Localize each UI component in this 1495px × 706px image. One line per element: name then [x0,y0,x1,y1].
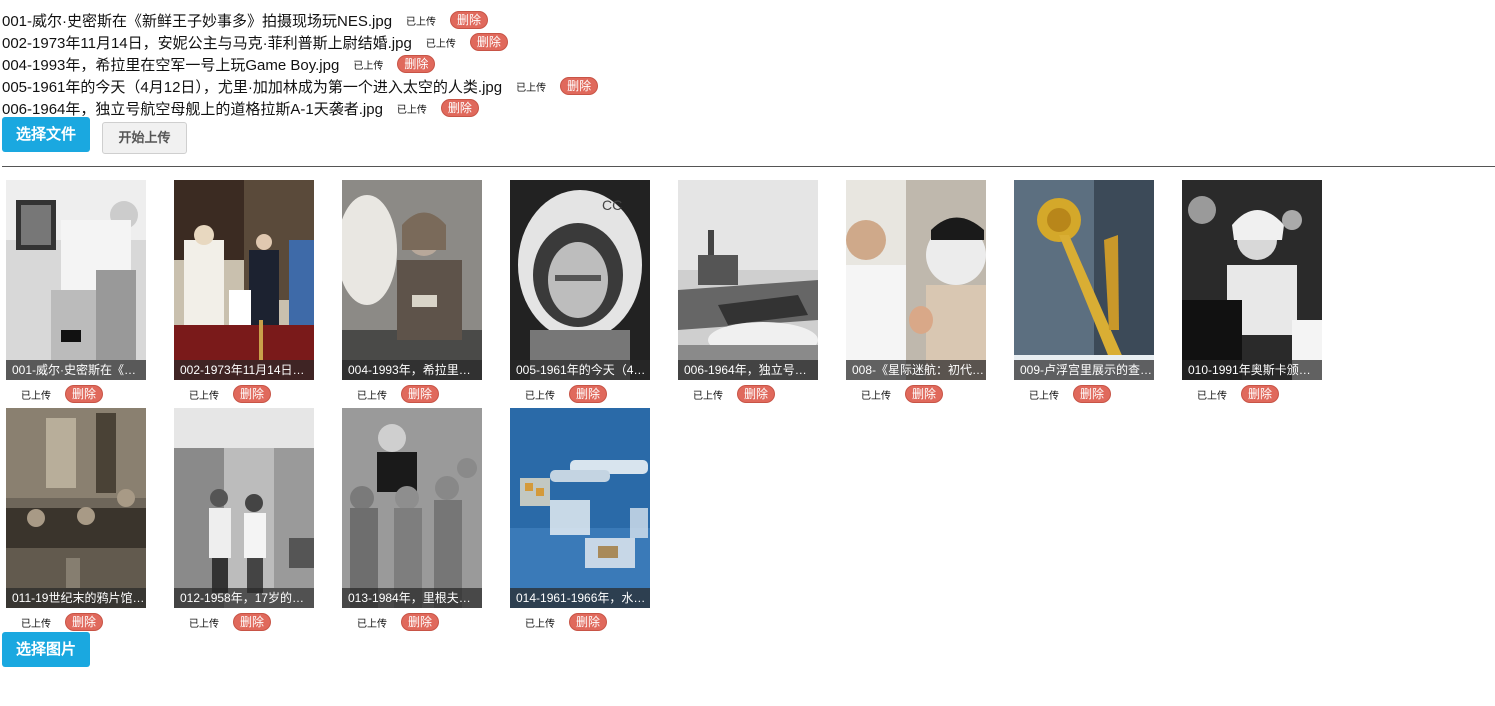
delete-button[interactable]: 删除 [905,385,944,403]
photo-image [678,180,818,380]
upload-status: 已上传 [189,390,219,402]
photo-image [1014,180,1154,380]
image-thumbnail[interactable]: 010-1991年奥斯卡颁… [1182,180,1322,380]
delete-button[interactable]: 删除 [440,99,479,117]
file-row: 006-1964年，独立号航空母舰上的道格拉斯A-1天袭者.jpg 已上传 删除 [2,97,598,119]
photo-image [510,408,650,608]
upload-status: 已上传 [357,618,387,630]
photo-image [6,408,146,608]
delete-button[interactable]: 删除 [569,385,608,403]
photo-image: CC [510,180,650,380]
thumbnail-caption: 009-卢浮宫里展示的查… [1014,360,1154,380]
delete-button[interactable]: 删除 [1241,385,1280,403]
file-row: 004-1993年，希拉里在空军一号上玩Game Boy.jpg 已上传 删除 [2,53,598,75]
photo-image [1182,180,1322,380]
image-thumbnail[interactable]: 012-1958年，17岁的… [174,408,314,608]
delete-button[interactable]: 删除 [401,613,440,631]
file-row: 005-1961年的今天（4月12日），尤里·加加林成为第一个进入太空的人类.j… [2,75,599,97]
photo-image [342,180,482,380]
thumbnail-controls: 已上传 删除 [174,384,314,404]
delete-button[interactable]: 删除 [450,11,489,29]
upload-status: 已上传 [516,82,547,94]
thumbnail-controls: 已上传 删除 [1182,384,1322,404]
file-name: 001-威尔·史密斯在《新鲜王子妙事多》拍摄现场玩NES.jpg [2,12,393,30]
file-name: 005-1961年的今天（4月12日），尤里·加加林成为第一个进入太空的人类.j… [2,78,503,96]
thumbnail-controls: 已上传 删除 [6,384,146,404]
delete-button[interactable]: 删除 [65,613,104,631]
thumbnail-caption: 008-《星际迷航：初代… [846,360,986,380]
upload-status: 已上传 [396,104,427,116]
choose-image-button[interactable]: 选择图片 [2,632,90,667]
file-name: 004-1993年，希拉里在空军一号上玩Game Boy.jpg [2,56,340,74]
upload-status: 已上传 [1197,390,1227,402]
upload-status: 已上传 [425,38,456,50]
image-thumbnail[interactable]: 006-1964年，独立号… [678,180,818,380]
image-thumbnail[interactable]: 002-1973年11月14日… [174,180,314,380]
file-name: 006-1964年，独立号航空母舰上的道格拉斯A-1天袭者.jpg [2,100,383,118]
thumbnail-caption: 014-1961-1966年，水… [510,588,650,608]
file-row: 001-威尔·史密斯在《新鲜王子妙事多》拍摄现场玩NES.jpg 已上传 删除 [2,9,598,31]
delete-button[interactable]: 删除 [233,385,272,403]
upload-status: 已上传 [21,618,51,630]
thumbnail-controls: 已上传 删除 [510,612,650,632]
thumbnail-caption: 004-1993年，希拉里… [342,360,482,380]
delete-button[interactable]: 删除 [401,385,440,403]
delete-button[interactable]: 删除 [737,385,776,403]
delete-button[interactable]: 删除 [569,613,608,631]
thumbnail-caption: 002-1973年11月14日… [174,360,314,380]
photo-image [6,180,146,380]
choose-file-button[interactable]: 选择文件 [2,117,90,152]
delete-button[interactable]: 删除 [1073,385,1112,403]
upload-status: 已上传 [353,60,384,72]
thumbnail-caption: 011-19世纪末的鸦片馆… [6,588,146,608]
thumbnail-controls: 已上传 删除 [342,612,482,632]
delete-button[interactable]: 删除 [65,385,104,403]
image-thumbnail[interactable]: 014-1961-1966年，水… [510,408,650,608]
file-name: 002-1973年11月14日，安妮公主与马克·菲利普斯上尉结婚.jpg [2,34,412,52]
photo-image [846,180,986,380]
photo-image [174,408,314,608]
thumbnail-controls: 已上传 删除 [846,384,986,404]
image-thumbnail[interactable]: 004-1993年，希拉里… [342,180,482,380]
thumbnail-controls: 已上传 删除 [1014,384,1154,404]
divider [2,166,1495,167]
thumbnail-controls: 已上传 删除 [342,384,482,404]
upload-status: 已上传 [1029,390,1059,402]
thumbnail-controls: 已上传 删除 [678,384,818,404]
upload-status: 已上传 [693,390,723,402]
delete-button[interactable]: 删除 [397,55,436,73]
photo-image [174,180,314,380]
upload-status: 已上传 [21,390,51,402]
delete-button[interactable]: 删除 [560,77,599,95]
thumbnail-controls: 已上传 删除 [510,384,650,404]
thumbnail-caption: 005-1961年的今天（4… [510,360,650,380]
delete-button[interactable]: 删除 [233,613,272,631]
image-thumbnail[interactable]: CC 005-1961年的今天（4… [510,180,650,380]
thumbnail-caption: 006-1964年，独立号… [678,360,818,380]
thumbnail-caption: 010-1991年奥斯卡颁… [1182,360,1322,380]
file-row: 002-1973年11月14日，安妮公主与马克·菲利普斯上尉结婚.jpg 已上传… [2,31,598,53]
upload-status: 已上传 [406,16,437,28]
start-upload-button[interactable]: 开始上传 [102,122,187,154]
image-thumbnail[interactable]: 009-卢浮宫里展示的查… [1014,180,1154,380]
image-thumbnail[interactable]: 013-1984年，里根夫… [342,408,482,608]
thumbnail-controls: 已上传 删除 [6,612,146,632]
upload-status: 已上传 [861,390,891,402]
upload-status: 已上传 [525,390,555,402]
delete-button[interactable]: 删除 [469,33,508,51]
thumbnail-controls: 已上传 删除 [174,612,314,632]
image-thumbnail[interactable]: 001-威尔·史密斯在《… [6,180,146,380]
upload-status: 已上传 [525,618,555,630]
upload-status: 已上传 [357,390,387,402]
svg-text:CC: CC [602,197,622,213]
thumbnail-caption: 001-威尔·史密斯在《… [6,360,146,380]
file-list: 001-威尔·史密斯在《新鲜王子妙事多》拍摄现场玩NES.jpg 已上传 删除 … [2,9,599,119]
thumbnail-caption: 013-1984年，里根夫… [342,588,482,608]
image-thumbnail[interactable]: 008-《星际迷航：初代… [846,180,986,380]
thumbnail-caption: 012-1958年，17岁的… [174,588,314,608]
photo-image [342,408,482,608]
upload-status: 已上传 [189,618,219,630]
image-thumbnail[interactable]: 011-19世纪末的鸦片馆… [6,408,146,608]
